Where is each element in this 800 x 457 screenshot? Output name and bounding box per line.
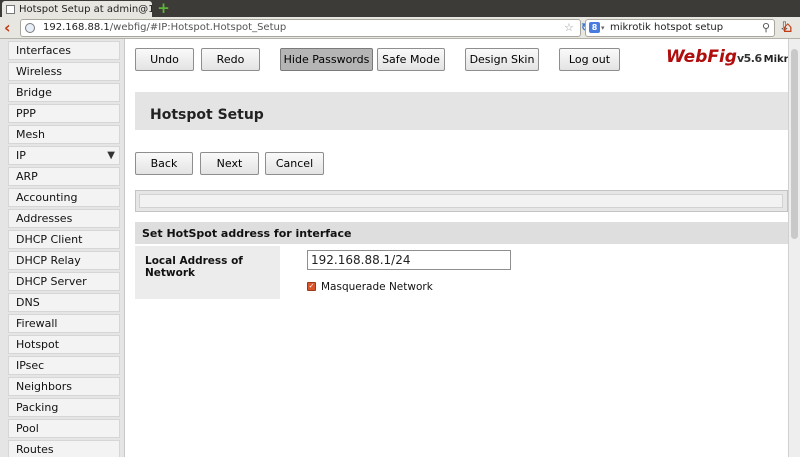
sidebar-item-dns[interactable]: DNS bbox=[8, 293, 120, 312]
webfig-logo: WebFigv5.6MikroTik bbox=[666, 47, 800, 67]
google-icon[interactable]: 8 bbox=[589, 22, 600, 33]
url-path: /webfig/#IP:Hotspot.Hotspot_Setup bbox=[109, 22, 287, 33]
sidebar-item-firewall[interactable]: Firewall bbox=[8, 314, 120, 333]
sidebar-item-label: IPsec bbox=[16, 359, 45, 372]
log-out-button[interactable]: Log out bbox=[559, 48, 620, 71]
browser-tab[interactable]: Hotspot Setup at admin@192.... bbox=[2, 1, 152, 17]
section-header: Set HotSpot address for interface bbox=[135, 222, 788, 245]
masquerade-checkbox[interactable]: ✓ bbox=[307, 282, 316, 291]
page-favicon-icon bbox=[6, 4, 15, 14]
sidebar-item-label: ARP bbox=[16, 170, 38, 183]
url-host: 192.168.88.1 bbox=[43, 22, 110, 33]
sidebar-item-label: Bridge bbox=[16, 86, 52, 99]
hide-passwords-button[interactable]: Hide Passwords bbox=[280, 48, 373, 71]
cancel-button[interactable]: Cancel bbox=[265, 152, 324, 175]
design-skin-button[interactable]: Design Skin bbox=[465, 48, 539, 71]
globe-icon bbox=[25, 23, 35, 33]
sidebar-item-label: PPP bbox=[16, 107, 36, 120]
sidebar-item-dhcp-server[interactable]: DHCP Server bbox=[8, 272, 120, 291]
section-title: Set HotSpot address for interface bbox=[142, 227, 352, 240]
sidebar-item-label: Wireless bbox=[16, 65, 63, 78]
sidebar-item-mesh[interactable]: Mesh bbox=[8, 125, 120, 144]
status-bar bbox=[135, 190, 788, 212]
sidebar-item-ip[interactable]: IP ▼ bbox=[8, 146, 120, 165]
sidebar-item-label: Interfaces bbox=[16, 44, 71, 57]
chevron-down-icon[interactable]: ▾ bbox=[601, 20, 605, 36]
vertical-scrollbar[interactable] bbox=[788, 39, 800, 457]
sidebar-item-accounting[interactable]: Accounting bbox=[8, 188, 120, 207]
main-content: Undo Redo Hide Passwords Safe Mode Desig… bbox=[126, 39, 800, 457]
search-query: mikrotik hotspot setup bbox=[610, 22, 724, 33]
sidebar-item-label: Pool bbox=[16, 422, 39, 435]
browser-tab-bar: Hotspot Setup at admin@192.... + bbox=[0, 0, 800, 17]
sidebar-item-label: Mesh bbox=[16, 128, 45, 141]
form-label-cell: Local Address of Network bbox=[135, 246, 280, 299]
new-tab-plus-icon[interactable]: + bbox=[156, 1, 171, 16]
undo-button[interactable]: Undo bbox=[135, 48, 194, 71]
sidebar-item-hotspot[interactable]: Hotspot bbox=[8, 335, 120, 354]
status-message-area bbox=[139, 194, 783, 208]
sidebar-item-ipsec[interactable]: IPsec bbox=[8, 356, 120, 375]
home-icon[interactable]: ⌂ bbox=[783, 18, 793, 36]
sidebar-item-label: DHCP Server bbox=[16, 275, 87, 288]
bookmark-star-icon[interactable]: ☆ bbox=[564, 20, 574, 36]
back-button[interactable]: Back bbox=[135, 152, 193, 175]
sidebar-item-label: Neighbors bbox=[16, 380, 72, 393]
browser-back-arrow-icon[interactable]: ‹ bbox=[4, 19, 18, 36]
sidebar-item-ppp[interactable]: PPP bbox=[8, 104, 120, 123]
sidebar-item-label: DHCP Relay bbox=[16, 254, 81, 267]
sidebar-item-label: Routes bbox=[16, 443, 54, 456]
sidebar-item-label: Accounting bbox=[16, 191, 78, 204]
sidebar-item-label: Addresses bbox=[16, 212, 73, 225]
sidebar-item-label: DNS bbox=[16, 296, 40, 309]
sidebar-item-label: Firewall bbox=[16, 317, 58, 330]
local-address-input[interactable] bbox=[307, 250, 511, 270]
sidebar-item-bridge[interactable]: Bridge bbox=[8, 83, 120, 102]
sidebar-item-arp[interactable]: ARP bbox=[8, 167, 120, 186]
sidebar-item-dhcp-client[interactable]: DHCP Client bbox=[8, 230, 120, 249]
sidebar-item-wireless[interactable]: Wireless bbox=[8, 62, 120, 81]
next-button[interactable]: Next bbox=[200, 152, 259, 175]
sidebar-item-label: Hotspot bbox=[16, 338, 60, 351]
sidebar-item-label: Packing bbox=[16, 401, 59, 414]
sidebar-item-interfaces[interactable]: Interfaces bbox=[8, 41, 120, 60]
search-icon[interactable]: ⚲ bbox=[762, 20, 770, 36]
masquerade-label[interactable]: Masquerade Network bbox=[321, 281, 433, 293]
sidebar-item-label: DHCP Client bbox=[16, 233, 83, 246]
page-header: Hotspot Setup bbox=[135, 92, 788, 130]
redo-button[interactable]: Redo bbox=[201, 48, 260, 71]
address-bar[interactable]: 192.168.88.1/webfig/#IP:Hotspot.Hotspot_… bbox=[20, 19, 590, 37]
sidebar-item-routes[interactable]: Routes bbox=[8, 440, 120, 457]
local-address-label: Local Address of Network bbox=[145, 255, 243, 279]
logo-version: v5.6 bbox=[736, 52, 762, 65]
tab-title: Hotspot Setup at admin@192.... bbox=[19, 3, 152, 15]
sidebar-item-dhcp-relay[interactable]: DHCP Relay bbox=[8, 251, 120, 270]
search-bar[interactable]: 8 ▾ mikrotik hotspot setup ⚲ bbox=[585, 19, 775, 37]
sidebar-menu: Interfaces Wireless Bridge PPP Mesh IP ▼ ARP Acc… bbox=[0, 39, 125, 457]
logo-webfig: WebFig bbox=[666, 47, 737, 67]
expand-arrow-icon: ▼ bbox=[107, 150, 115, 161]
sidebar-item-label: IP bbox=[16, 149, 26, 162]
sidebar-item-pool[interactable]: Pool bbox=[8, 419, 120, 438]
sidebar-item-neighbors[interactable]: Neighbors bbox=[8, 377, 120, 396]
sidebar-item-packing[interactable]: Packing bbox=[8, 398, 120, 417]
scrollbar-thumb[interactable] bbox=[791, 49, 798, 239]
safe-mode-button[interactable]: Safe Mode bbox=[377, 48, 445, 71]
sidebar-item-addresses[interactable]: Addresses bbox=[8, 209, 120, 228]
browser-nav-bar: ‹ 192.168.88.1/webfig/#IP:Hotspot.Hotspo… bbox=[0, 17, 800, 39]
page-title: Hotspot Setup bbox=[150, 107, 264, 123]
